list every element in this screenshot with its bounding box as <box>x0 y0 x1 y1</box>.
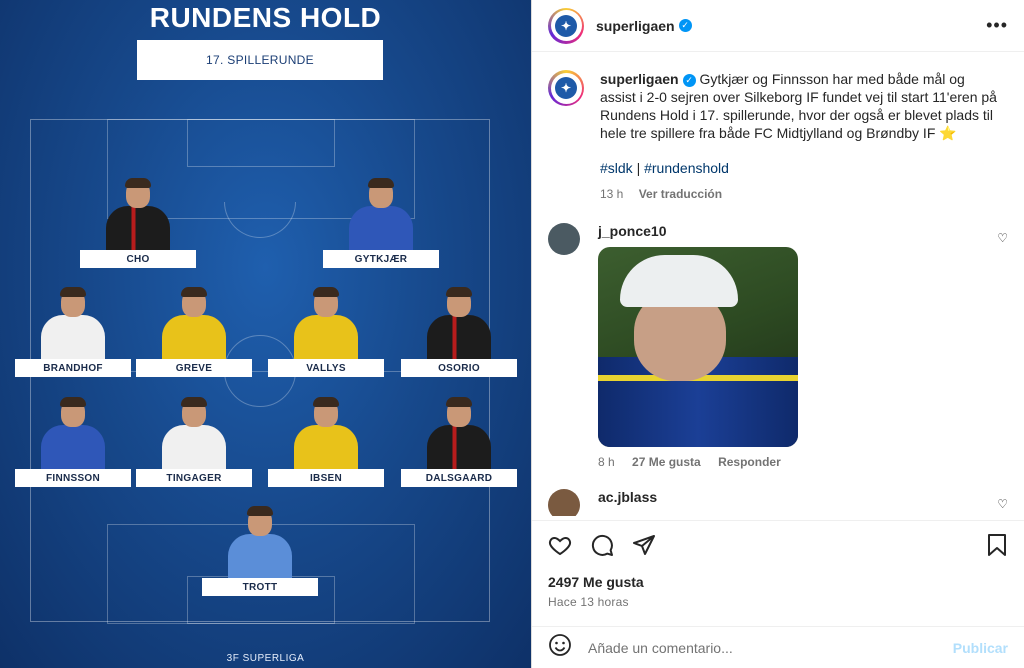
player-card: TROTT <box>202 506 318 596</box>
player-figure <box>424 397 494 469</box>
avatar[interactable]: ✦ <box>548 7 584 44</box>
share-icon[interactable] <box>632 533 656 557</box>
player-name: GYTKJÆR <box>323 250 439 268</box>
post-header: ✦ superligaen ✓ ••• <box>532 0 1024 52</box>
player-name: VALLYS <box>268 359 384 377</box>
avatar[interactable] <box>548 223 580 255</box>
caption-username[interactable]: superligaen <box>600 71 679 87</box>
hashtag-link[interactable]: #sldk <box>600 160 633 176</box>
caption-time[interactable]: 13 h <box>600 187 623 201</box>
round-label: 17. SPILLERUNDE <box>137 40 383 80</box>
player-name: DALSGAARD <box>401 469 517 487</box>
player-card: IBSEN <box>268 397 384 487</box>
post-time[interactable]: Hace 13 horas <box>548 595 629 609</box>
player-figure <box>38 287 108 359</box>
avatar[interactable] <box>548 489 580 516</box>
player-name: TROTT <box>202 578 318 596</box>
player-figure <box>291 397 361 469</box>
comment: ac.jblass ♡ <box>548 489 1008 516</box>
player-figure <box>159 287 229 359</box>
player-figure <box>159 397 229 469</box>
superliga-logo-icon: ✦ <box>555 77 577 99</box>
player-figure <box>291 287 361 359</box>
player-card: OSORIO <box>401 287 517 377</box>
post-sidebar: ✦ superligaen ✓ ••• ✦ superligaen ✓ Gytkj… <box>531 0 1024 668</box>
player-name: IBSEN <box>268 469 384 487</box>
comment-input[interactable] <box>588 639 928 656</box>
player-name: CHO <box>80 250 196 268</box>
player-figure <box>346 178 416 250</box>
header-username[interactable]: superligaen <box>596 18 675 34</box>
player-figure <box>424 287 494 359</box>
player-card: TINGAGER <box>136 397 252 487</box>
player-card: BRANDHOF <box>15 287 131 377</box>
comment-username[interactable]: ac.jblass <box>598 489 657 505</box>
player-figure <box>38 397 108 469</box>
superliga-logo: 3F SUPERLIGA <box>226 653 305 664</box>
player-card: DALSGAARD <box>401 397 517 487</box>
player-name: TINGAGER <box>136 469 252 487</box>
avatar[interactable]: ✦ <box>548 70 584 106</box>
publish-button[interactable]: Publicar <box>953 640 1008 656</box>
hashtag-link[interactable]: #rundenshold <box>644 160 729 176</box>
gif-image[interactable] <box>598 247 798 447</box>
player-figure <box>225 506 295 578</box>
like-comment-icon[interactable]: ♡ <box>997 231 1008 245</box>
comment: j_ponce10 8 h 27 Me gusta Responder ♡ <box>548 223 1008 469</box>
superliga-logo-icon: ✦ <box>555 14 577 37</box>
bookmark-icon[interactable] <box>986 533 1008 557</box>
caption-meta: 13 h Ver traducción <box>600 185 1000 203</box>
like-comment-icon[interactable]: ♡ <box>997 497 1008 511</box>
more-options-icon[interactable]: ••• <box>986 15 1008 36</box>
comments-section[interactable]: ✦ superligaen ✓ Gytkjær og Finnsson har m… <box>532 60 1024 516</box>
player-card: GYTKJÆR <box>323 178 439 268</box>
player-name: BRANDHOF <box>15 359 131 377</box>
player-name: FINNSSON <box>15 469 131 487</box>
player-name: OSORIO <box>401 359 517 377</box>
hashtags: #sldk | #rundenshold <box>600 159 1000 177</box>
player-name: GREVE <box>136 359 252 377</box>
add-comment-bar: Publicar <box>532 626 1024 668</box>
verified-icon: ✓ <box>682 73 696 87</box>
comment-meta: 8 h 27 Me gusta Responder <box>598 455 798 469</box>
comment-username[interactable]: j_ponce10 <box>598 223 798 239</box>
reply-button[interactable]: Responder <box>718 455 781 469</box>
translate-link[interactable]: Ver traducción <box>639 187 722 201</box>
comment-icon[interactable] <box>590 533 614 557</box>
emoji-icon[interactable] <box>548 633 572 662</box>
player-card: GREVE <box>136 287 252 377</box>
like-icon[interactable] <box>548 533 572 557</box>
caption: ✦ superligaen ✓ Gytkjær og Finnsson har m… <box>548 70 1008 203</box>
comment-time[interactable]: 8 h <box>598 455 615 469</box>
player-figure <box>103 178 173 250</box>
player-card: FINNSSON <box>15 397 131 487</box>
action-bar <box>532 520 1024 568</box>
post-image[interactable]: RUNDENS HOLD 17. SPILLERUNDE CHO GYTKJÆR… <box>0 0 531 668</box>
player-card: CHO <box>80 178 196 268</box>
comment-likes[interactable]: 27 Me gusta <box>632 455 701 469</box>
likes-count[interactable]: 2497 Me gusta <box>548 574 644 590</box>
image-title: RUNDENS HOLD <box>149 2 382 33</box>
player-card: VALLYS <box>268 287 384 377</box>
verified-icon: ✓ <box>678 19 692 32</box>
hashtag-separator: | <box>636 160 641 176</box>
